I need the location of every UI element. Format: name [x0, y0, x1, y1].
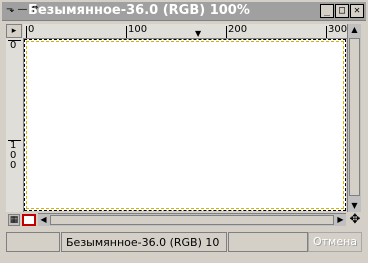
ruler-tick: [8, 140, 21, 141]
ruler-label: 0: [10, 40, 17, 51]
horizontal-scroll-thumb[interactable]: [50, 215, 334, 225]
pointer-coords-field: [6, 232, 60, 252]
minimize-button[interactable]: _: [320, 4, 334, 18]
image-menu-arrow-icon[interactable]: ▸: [6, 24, 22, 38]
ruler-label: 300: [328, 24, 347, 35]
status-image-name: Безымянное-36.0 (RGB) 10: [66, 236, 220, 249]
scroll-up-icon[interactable]: ▲: [349, 24, 360, 36]
layer-boundary: [26, 41, 344, 209]
cancel-button[interactable]: Отмена: [308, 232, 362, 252]
ruler-tick: [226, 26, 227, 38]
maximize-button[interactable]: □: [335, 4, 349, 18]
navigate-move-icon[interactable]: ✥: [348, 213, 362, 226]
window-title: Безымянное-36.0 (RGB) 100%: [28, 3, 250, 18]
scroll-down-icon[interactable]: ▼: [349, 200, 360, 212]
ruler-label: 0: [10, 160, 17, 171]
vertical-scroll-thumb[interactable]: [349, 38, 360, 196]
title-bar[interactable]: ⬎ — ⤊ Безымянное-36.0 (RGB) 100% _ □ ✕: [2, 2, 366, 21]
horizontal-scrollbar[interactable]: ◀ ▶: [38, 213, 346, 226]
pointer-marker-icon: ▼: [195, 29, 202, 38]
image-canvas[interactable]: [24, 39, 346, 211]
ruler-tick: [26, 26, 27, 38]
progress-area: [228, 232, 308, 252]
ruler-label: 100: [128, 24, 148, 35]
close-button[interactable]: ✕: [350, 4, 364, 18]
scroll-left-icon[interactable]: ◀: [38, 214, 49, 226]
ruler-tick: [326, 26, 327, 38]
status-bar: Безымянное-36.0 (RGB) 10: [61, 232, 227, 252]
image-window: ⬎ — ⤊ Безымянное-36.0 (RGB) 100% _ □ ✕ ▸…: [0, 0, 368, 263]
quickmask-icon[interactable]: ▦: [8, 214, 20, 226]
ruler-tick: [8, 40, 21, 41]
quickmask-toggle-button[interactable]: [22, 214, 36, 226]
horizontal-ruler[interactable]: 0 100 200 300 ▼: [23, 24, 347, 39]
ruler-label: 0: [28, 24, 35, 35]
ruler-tick: [126, 26, 127, 38]
scroll-right-icon[interactable]: ▶: [335, 214, 346, 226]
vertical-ruler[interactable]: 0 1 0 0: [6, 38, 24, 212]
ruler-label: 200: [228, 24, 248, 35]
vertical-scrollbar[interactable]: ▲ ▼: [347, 24, 361, 212]
